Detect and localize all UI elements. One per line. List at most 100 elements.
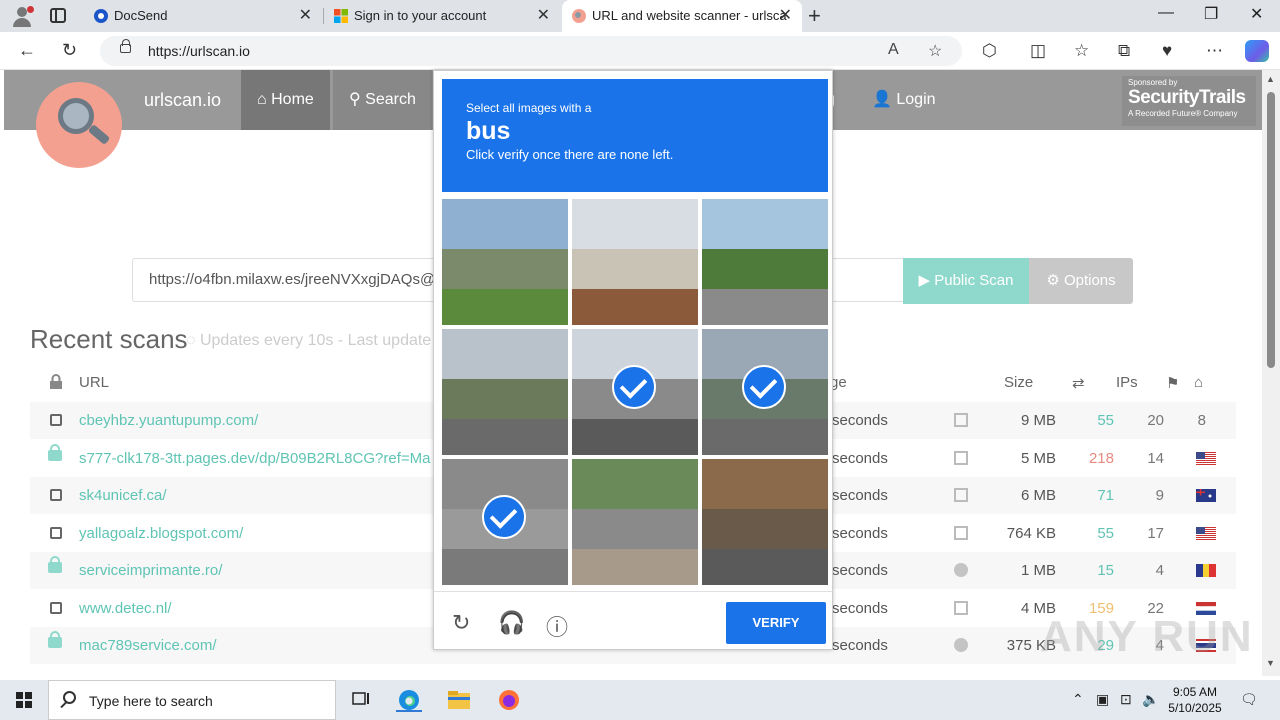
scan-requests: 15 [1097, 562, 1114, 579]
globe-icon[interactable] [954, 563, 968, 577]
tab-docsend[interactable]: DocSend ✕ [84, 0, 322, 32]
captcha-line3: Click verify once there are none left. [466, 147, 674, 162]
qr-code-icon[interactable] [954, 525, 968, 540]
task-view-icon[interactable] [350, 688, 376, 712]
scan-ips: 17 [1147, 524, 1164, 542]
scan-url-link[interactable]: yallagoalz.blogspot.com/ [79, 525, 243, 542]
tab-actions-icon[interactable] [50, 8, 66, 23]
taskbar-clock[interactable]: 9:05 AM 5/10/2025 [1160, 684, 1230, 716]
captcha-tile[interactable] [442, 459, 568, 585]
captcha-tile[interactable] [702, 199, 828, 325]
nav-home[interactable]: ⌂ Home [241, 70, 330, 130]
public-scan-label: Public Scan [934, 272, 1014, 289]
column-ips[interactable]: IPs [1116, 374, 1138, 391]
page-scrollbar[interactable]: ▲ ▼ [1262, 70, 1280, 676]
captcha-tile[interactable] [572, 199, 698, 325]
profile-icon[interactable] [8, 4, 36, 28]
reload-icon[interactable]: ↻ [452, 610, 470, 636]
public-scan-button[interactable]: ▶ Public Scan [903, 258, 1029, 304]
scan-url-link[interactable]: cbeyhbz.yuantupump.com/ [79, 412, 258, 429]
qr-code-icon[interactable] [954, 450, 968, 465]
new-tab-button[interactable]: + [808, 3, 821, 29]
scan-requests: 55 [1097, 524, 1114, 542]
lock-column-icon [48, 374, 64, 389]
info-icon[interactable]: ⓘ [546, 610, 568, 642]
windows-taskbar: Type here to search ⌃ ▣ ⊡ 🔈 9:05 AM 5/10… [0, 680, 1280, 720]
globe-icon[interactable] [954, 638, 968, 652]
notifications-icon[interactable]: 🗨 [1240, 691, 1258, 708]
update-notice: Updates every 10s - Last update [199, 332, 432, 349]
firefox-icon[interactable] [496, 688, 522, 712]
close-icon[interactable]: ✕ [299, 0, 312, 32]
captcha-tile[interactable] [702, 459, 828, 585]
captcha-line1: Select all images with a [466, 101, 592, 115]
captcha-tile[interactable] [442, 329, 568, 455]
lock-icon[interactable] [120, 39, 131, 53]
taskbar-search-placeholder: Type here to search [89, 693, 213, 709]
captcha-target: bus [466, 117, 511, 145]
scan-url-link[interactable]: mac789service.com/ [79, 637, 217, 654]
copilot-icon[interactable] [1245, 40, 1269, 62]
scan-url-link[interactable]: www.detec.nl/ [79, 600, 172, 617]
column-size[interactable]: Size [1004, 374, 1033, 391]
tray-chevron-icon[interactable]: ⌃ [1072, 691, 1084, 708]
qr-code-icon[interactable] [954, 488, 968, 502]
qr-code-icon[interactable] [954, 413, 968, 427]
network-tray-icon[interactable]: ▣ [1096, 691, 1109, 708]
favorite-star-icon[interactable]: ☆ [928, 41, 942, 61]
address-bar[interactable]: https://urlscan.io A ☆ [100, 36, 962, 66]
wifi-tray-icon[interactable]: ⊡ [1120, 691, 1132, 708]
scan-url-link[interactable]: s777-clk178-3tt.pages.dev/dp/B09B2RL8CG?… [79, 450, 430, 467]
sponsor-name: SecurityTrails [1128, 87, 1246, 108]
scroll-down-icon[interactable]: ▼ [1266, 658, 1275, 668]
nav-search[interactable]: ⚲ Search [333, 70, 432, 130]
sponsor-banner[interactable]: Sponsored by SecurityTrails A Recorded F… [1122, 76, 1256, 126]
checkmark-icon [612, 365, 656, 409]
back-icon[interactable]: ← [18, 40, 36, 61]
tab-sign-in[interactable]: Sign in to your account ✕ [324, 0, 560, 32]
address-text[interactable]: https://urlscan.io [148, 43, 250, 59]
tab-urlscan[interactable]: URL and website scanner - urlsca ✕ [562, 0, 802, 32]
collections-icon[interactable]: ⧉ [1118, 41, 1130, 61]
settings-more-icon[interactable]: ⋯ [1206, 41, 1223, 61]
scan-url-link[interactable]: serviceimprimante.ro/ [79, 562, 222, 579]
scroll-up-icon[interactable]: ▲ [1266, 74, 1275, 84]
scrollbar-thumb[interactable] [1267, 92, 1275, 368]
qr-code-icon[interactable] [954, 600, 968, 615]
close-window-icon[interactable]: ✕ [1250, 4, 1263, 24]
close-icon[interactable]: ✕ [537, 0, 550, 32]
minimize-icon[interactable]: — [1158, 4, 1174, 22]
split-screen-icon[interactable]: ◫ [1030, 41, 1046, 61]
captcha-tile[interactable] [572, 329, 698, 455]
lock-icon [48, 443, 62, 461]
refresh-icon[interactable]: ↻ [62, 40, 77, 61]
read-aloud-icon[interactable]: A [888, 41, 899, 59]
scan-age: seconds [832, 637, 888, 654]
edge-taskbar-icon[interactable] [396, 688, 422, 712]
extensions-icon[interactable]: ⬡ [982, 41, 997, 61]
scan-ips: 4 [1155, 562, 1164, 579]
captcha-tile[interactable] [702, 329, 828, 455]
captcha-challenge: Select all images with a bus Click verif… [433, 70, 833, 650]
options-button[interactable]: ⚙ Options [1029, 258, 1133, 304]
verify-button[interactable]: VERIFY [726, 602, 826, 644]
file-explorer-icon[interactable] [446, 688, 472, 712]
nav-login[interactable]: 👤 Login [856, 70, 952, 130]
audio-icon[interactable]: 🎧 [498, 610, 525, 636]
taskbar-search[interactable]: Type here to search [48, 680, 336, 720]
windows-start-icon[interactable] [16, 692, 32, 708]
captcha-tile[interactable] [442, 199, 568, 325]
docsend-favicon-icon [94, 9, 108, 23]
urlscan-logo[interactable] [36, 82, 122, 168]
column-url[interactable]: URL [79, 374, 109, 391]
close-icon[interactable]: ✕ [779, 0, 792, 32]
brand-name[interactable]: urlscan.io [144, 90, 221, 111]
performance-icon[interactable]: ♥ [1162, 41, 1172, 61]
scan-size: 764 KB [1006, 524, 1056, 542]
volume-tray-icon[interactable]: 🔈 [1142, 691, 1159, 708]
favorites-icon[interactable]: ☆ [1074, 41, 1089, 61]
captcha-tile[interactable] [572, 459, 698, 585]
restore-icon[interactable]: ❐ [1204, 4, 1218, 24]
scan-url-link[interactable]: sk4unicef.ca/ [79, 487, 167, 504]
sponsor-line1: Sponsored by [1128, 78, 1178, 87]
